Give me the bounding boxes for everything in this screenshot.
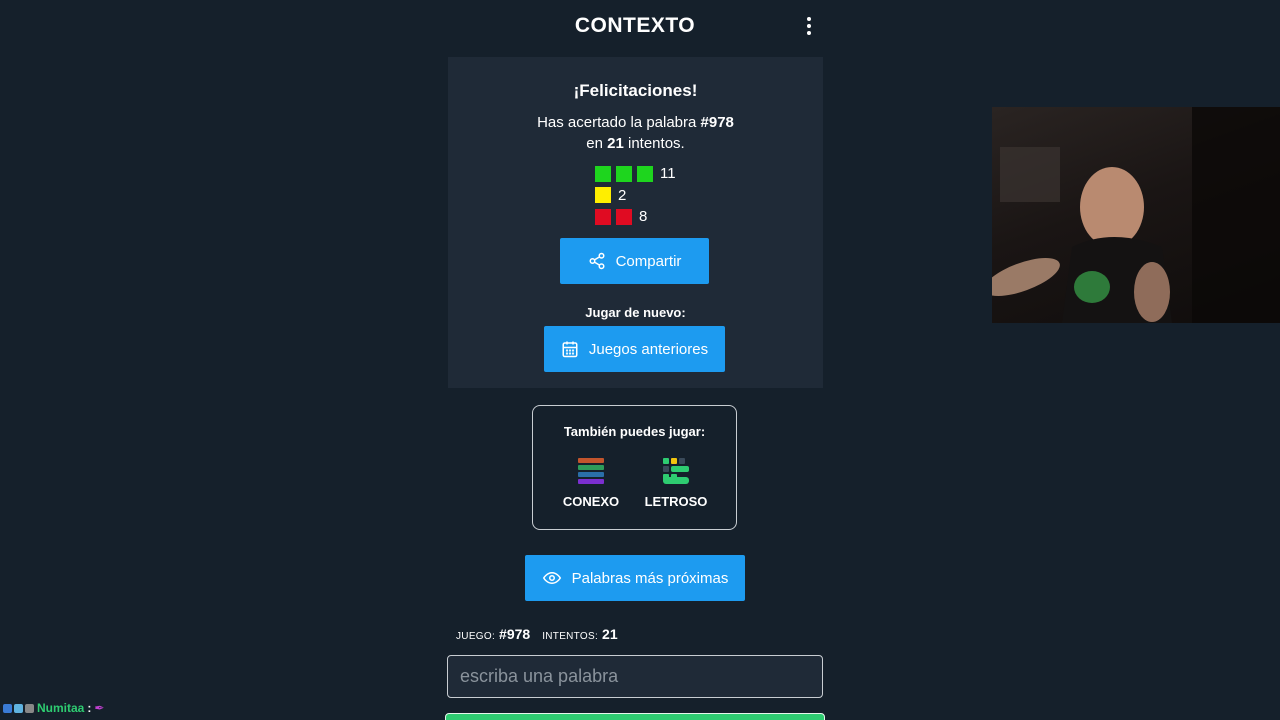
game-value: #978 (499, 626, 531, 642)
stat-row-red: 8 (595, 206, 715, 228)
game-number: #978 (700, 114, 734, 131)
chat-username: Numitaa (37, 701, 85, 715)
closest-words-label: Palabras más próximas (571, 569, 729, 587)
calendar-icon (562, 341, 578, 358)
attempts-label: INTENTOS: (542, 631, 599, 642)
stat-count-yellow: 2 (618, 186, 627, 204)
share-icon (589, 252, 605, 270)
more-options-icon[interactable] (798, 12, 820, 40)
play-again-label: Jugar de nuevo: (585, 305, 686, 320)
conexo-label: CONEXO (562, 494, 620, 509)
eye-icon (542, 571, 561, 585)
letroso-label: LETROSO (644, 494, 708, 509)
game-info: JUEGO: #978 INTENTOS: 21 (456, 626, 626, 642)
closest-words-button[interactable]: Palabras más próximas (525, 555, 745, 601)
conexo-link[interactable]: CONEXO (551, 456, 631, 509)
attempts-count: 21 (607, 135, 624, 152)
result-card: ¡Felicitaciones! Has acertado la palabra… (448, 57, 823, 388)
guess-result-bar (445, 713, 825, 720)
letroso-icon (636, 456, 716, 486)
result-message-line1: Has acertado la palabra #978 (448, 114, 823, 131)
stat-count-red: 8 (639, 208, 648, 226)
attempts-value: 21 (602, 626, 618, 642)
also-play-title: También puedes jugar: (563, 424, 706, 439)
letroso-link[interactable]: LETROSO (636, 456, 716, 509)
attempt-stats: 11 2 8 (595, 163, 715, 228)
attempts-prefix: en (586, 135, 608, 152)
chat-separator: : (87, 701, 92, 715)
stat-row-yellow: 2 (595, 185, 715, 207)
result-message-line2: en 21 intentos. (448, 135, 823, 152)
word-input[interactable] (447, 655, 823, 698)
previous-games-label: Juegos anteriores (588, 340, 709, 358)
previous-games-button[interactable]: Juegos anteriores (544, 326, 725, 372)
attempts-suffix: intentos. (623, 135, 685, 152)
page: CONTEXTO ¡Felicitaciones! Has acertado l… (0, 0, 1280, 720)
guessed-prefix: Has acertado la palabra (537, 114, 701, 131)
game-label: JUEGO: (456, 631, 496, 642)
share-button[interactable]: Compartir (560, 238, 709, 284)
congrats-heading: ¡Felicitaciones! (573, 81, 698, 100)
webcam-overlay (992, 107, 1280, 323)
share-label: Compartir (615, 252, 682, 270)
chat-message: Numitaa : ✒ (3, 701, 104, 715)
feather-icon: ✒ (94, 701, 105, 715)
conexo-icon (551, 456, 631, 486)
stat-row-green: 11 (595, 163, 715, 185)
app-title: CONTEXTO (574, 14, 696, 37)
chat-badges (3, 703, 34, 713)
also-play-card: También puedes jugar: CONEXO LETROSO (532, 405, 737, 530)
stat-count-green: 11 (660, 165, 676, 183)
